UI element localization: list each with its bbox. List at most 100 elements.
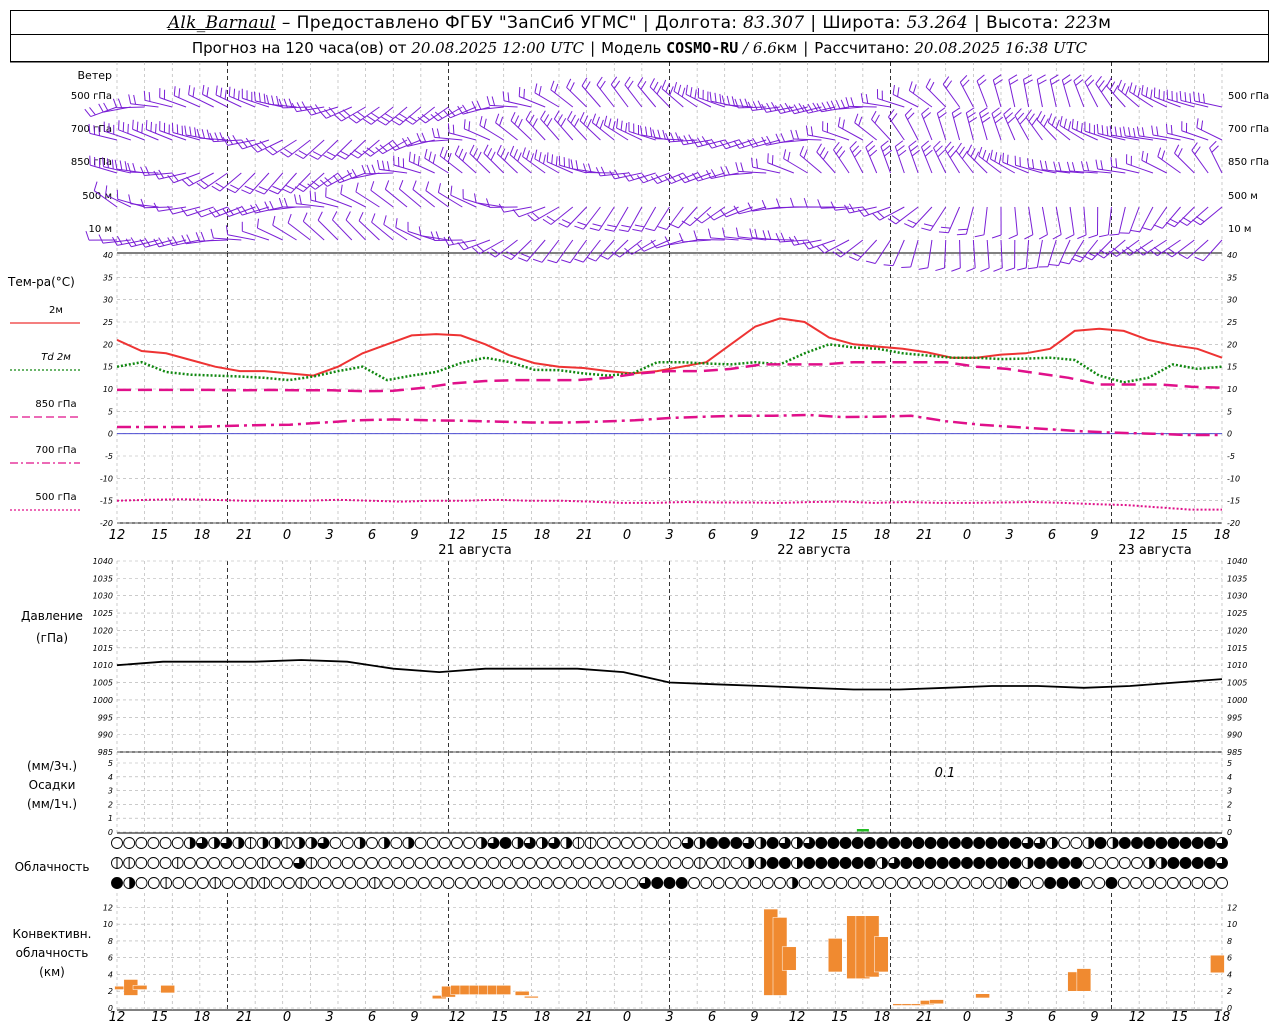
wind-panel: Ветер 500 гПа 500 гПа700 гПа 700 гПа850 гП… xyxy=(71,69,1269,273)
cloud-fill-full xyxy=(912,837,924,849)
temp-tick-left: 25 xyxy=(103,318,113,327)
hour-tick-label-bottom: 15 xyxy=(831,1010,848,1024)
cloud-circle xyxy=(516,877,529,889)
wind-barb xyxy=(1157,147,1181,174)
wind-barb-flag xyxy=(803,149,808,159)
cloud-fill-half xyxy=(760,857,767,869)
wind-barb xyxy=(632,206,657,232)
wind-barb xyxy=(833,141,850,174)
wind-barb-flag xyxy=(566,78,572,88)
wind-barb-flag xyxy=(345,211,351,221)
legend-label-2: 850 гПа xyxy=(35,399,76,410)
wind-barb-flag xyxy=(498,203,505,213)
wind-barb xyxy=(974,206,988,238)
wind-barb-flag xyxy=(604,228,615,232)
cloud-circle xyxy=(172,877,185,889)
cloud-fill-half xyxy=(1088,837,1094,849)
wind-barb xyxy=(282,172,311,194)
wind-barb-flag xyxy=(287,213,292,224)
cloud-fill-full xyxy=(500,837,512,849)
wind-barb-flag xyxy=(1059,116,1063,126)
wind-barb-flag xyxy=(1136,126,1140,136)
wind-barb-flag xyxy=(740,162,744,172)
wind-barb xyxy=(469,144,491,174)
wind-barb-flag xyxy=(1195,216,1205,223)
wind-barb-staff xyxy=(522,156,546,174)
wind-barb-flag xyxy=(780,133,786,143)
wind-barb-flag xyxy=(476,100,482,110)
wind-barb-flag xyxy=(683,135,689,145)
wind-barb-flag xyxy=(384,180,390,190)
wind-barb-flag xyxy=(1141,85,1144,95)
cloud-fill-full xyxy=(900,837,912,849)
wind-barb-flag xyxy=(1100,84,1108,93)
wind-barb-staff xyxy=(1196,127,1223,141)
wind-barb-flag xyxy=(762,230,767,240)
wind-barb xyxy=(921,107,933,141)
temp-tick-left: 20 xyxy=(103,340,113,349)
wind-barb-flag xyxy=(554,83,559,93)
cloud-circle xyxy=(1142,877,1155,889)
wind-barb-flag xyxy=(923,223,934,227)
conv-tick-right: 6 xyxy=(1227,954,1232,963)
wind-barb xyxy=(925,78,947,108)
cloud-circle xyxy=(1058,837,1071,849)
temp-tick-left: 0 xyxy=(108,430,113,439)
wind-barb-flag xyxy=(956,233,967,236)
wind-barb xyxy=(624,76,643,108)
wind-barb-staff xyxy=(1181,130,1209,141)
wind-barb-flag xyxy=(233,88,236,99)
wind-barb xyxy=(1110,157,1140,174)
wind-barb-flag xyxy=(959,75,968,83)
wind-barb xyxy=(1049,74,1060,108)
wind-barb-flag xyxy=(725,165,730,176)
cloud-circle xyxy=(208,857,221,869)
wind-barb-staff xyxy=(765,238,794,241)
wind-barb-flag xyxy=(653,81,659,91)
wind-barb-staff xyxy=(738,106,767,109)
wind-barb-flag xyxy=(799,145,804,156)
wind-barb-flag xyxy=(361,164,366,175)
cloud-circle xyxy=(1031,877,1044,889)
cloud-circle xyxy=(454,877,467,889)
wind-barb xyxy=(294,139,325,160)
wind-barb-flag xyxy=(573,118,580,128)
wind-barb xyxy=(377,159,408,174)
wind-barb-flag xyxy=(696,171,704,180)
wind-barb xyxy=(865,140,878,174)
wind-barb-flag xyxy=(735,227,739,237)
wind-barb xyxy=(112,98,145,109)
wind-barb xyxy=(1191,142,1209,174)
wind-barb xyxy=(904,107,919,141)
wind-barb-flag xyxy=(1005,267,1015,272)
wind-barb xyxy=(871,110,891,141)
wind-barb-staff xyxy=(479,124,505,141)
conv-bar xyxy=(781,946,797,971)
wind-barb-flag xyxy=(599,80,606,90)
wind-barb-flag xyxy=(607,224,617,228)
wind-barb xyxy=(901,239,919,269)
wind-barb-staff xyxy=(925,86,947,108)
wind-barb-staff xyxy=(951,112,961,141)
wind-barb-staff xyxy=(871,119,891,141)
wind-barb-flag xyxy=(1071,258,1081,263)
wind-barb-flag xyxy=(206,87,209,97)
cloud-fill-half xyxy=(408,837,414,849)
wind-barb-flag xyxy=(271,95,275,105)
wind-barb-flag xyxy=(278,197,283,208)
wind-barb-flag xyxy=(301,101,307,111)
wind-barb-flag xyxy=(970,148,976,157)
cloud-fill-half xyxy=(542,837,548,849)
wind-barb-flag xyxy=(780,232,786,242)
wind-barb xyxy=(965,107,978,141)
wind-barb-flag xyxy=(775,198,781,208)
hour-tick-label-bottom: 21 xyxy=(576,1010,593,1024)
hour-tick-label-bottom: 0 xyxy=(963,1010,971,1024)
wind-barb xyxy=(604,206,629,232)
wind-barb-flag xyxy=(195,232,200,242)
cloud-circle xyxy=(553,877,565,889)
wind-level-right: 500 гПа xyxy=(1228,91,1269,102)
hour-tick-label: 18 xyxy=(874,528,891,543)
wind-barb-flag xyxy=(476,151,482,161)
cloud-fill-full xyxy=(664,877,675,889)
